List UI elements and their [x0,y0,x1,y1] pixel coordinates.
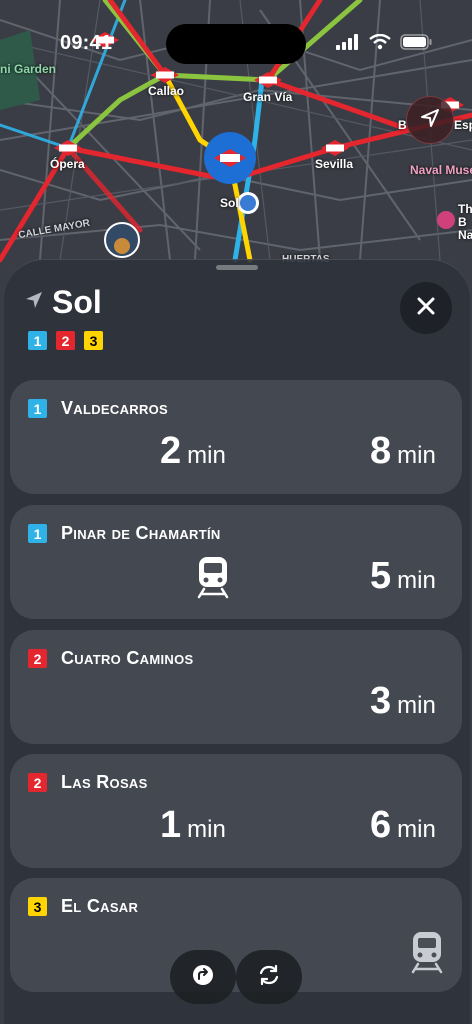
map-label-callao[interactable]: Callao [148,84,184,98]
status-time: 09:41 [60,32,113,54]
departure-row[interactable]: 2 Cuatro Caminos 3 min [10,630,462,744]
line-badge: 3 [84,331,103,350]
xmark-icon [417,297,435,320]
bottom-actions [170,950,302,1004]
destination-label: Las Rosas [61,772,148,792]
directions-button[interactable] [170,950,236,1004]
train-icon [410,930,444,979]
location-arrow-icon [419,107,441,134]
battery-icon [400,34,432,55]
eta-second: 8 min [370,430,436,472]
eta-first: 3 min [370,680,436,722]
location-arrow-icon [24,290,44,315]
station-line-badges: 1 2 3 [28,331,103,350]
line-badge: 1 [28,399,47,418]
dynamic-island [166,24,306,64]
destination-label: Valdecarros [61,398,169,418]
map-label-esp: Esp [454,118,472,132]
eta-first: 2 min [160,430,226,472]
line-badge: 2 [56,331,75,350]
map-label-sevilla[interactable]: Sevilla [315,157,353,171]
directions-icon [192,964,214,991]
eta-first: 1 min [160,804,226,846]
close-button[interactable] [400,282,452,334]
location-button[interactable] [406,96,454,144]
destination-label: Cuatro Caminos [61,648,194,668]
wifi-icon [369,33,391,55]
map-label-sol[interactable]: Sol [220,196,239,210]
station-name: Sol [52,284,102,320]
map-label-b2: B [458,215,467,229]
departure-row[interactable]: 1 Pinar de Chamartín 5 min [10,505,462,619]
eta-first: 5 min [370,555,436,597]
line-badge: 2 [28,649,47,668]
refresh-button[interactable] [236,950,302,1004]
map-label-opera[interactable]: Ópera [50,157,85,171]
map-label-naval[interactable]: Naval Muse [410,163,472,177]
map-label-na: Na [458,228,472,242]
destination-label: El Casar [61,896,139,916]
station-header: Sol [24,284,102,321]
train-icon [196,555,230,604]
map-label-th: Th [458,202,472,216]
refresh-icon [257,964,281,991]
line-badge: 1 [28,524,47,543]
departure-row[interactable]: 2 Las Rosas 1 min 6 min [10,754,462,868]
line-badge: 3 [28,897,47,916]
status-bar: 09:41 [0,0,472,80]
departure-row[interactable]: 1 Valdecarros 2 min 8 min [10,380,462,494]
cellular-signal-icon [336,34,360,55]
map-label-gran-via[interactable]: Gran Vía [243,90,292,104]
station-sheet[interactable]: Sol 1 2 3 1 Valdecarros 2 min 8 min 1 Pina… [4,259,470,1024]
destination-label: Pinar de Chamartín [61,523,221,543]
line-badge: 1 [28,331,47,350]
line-badge: 2 [28,773,47,792]
status-icons [336,33,432,55]
sheet-grabber[interactable] [216,265,258,270]
eta-second: 6 min [370,804,436,846]
